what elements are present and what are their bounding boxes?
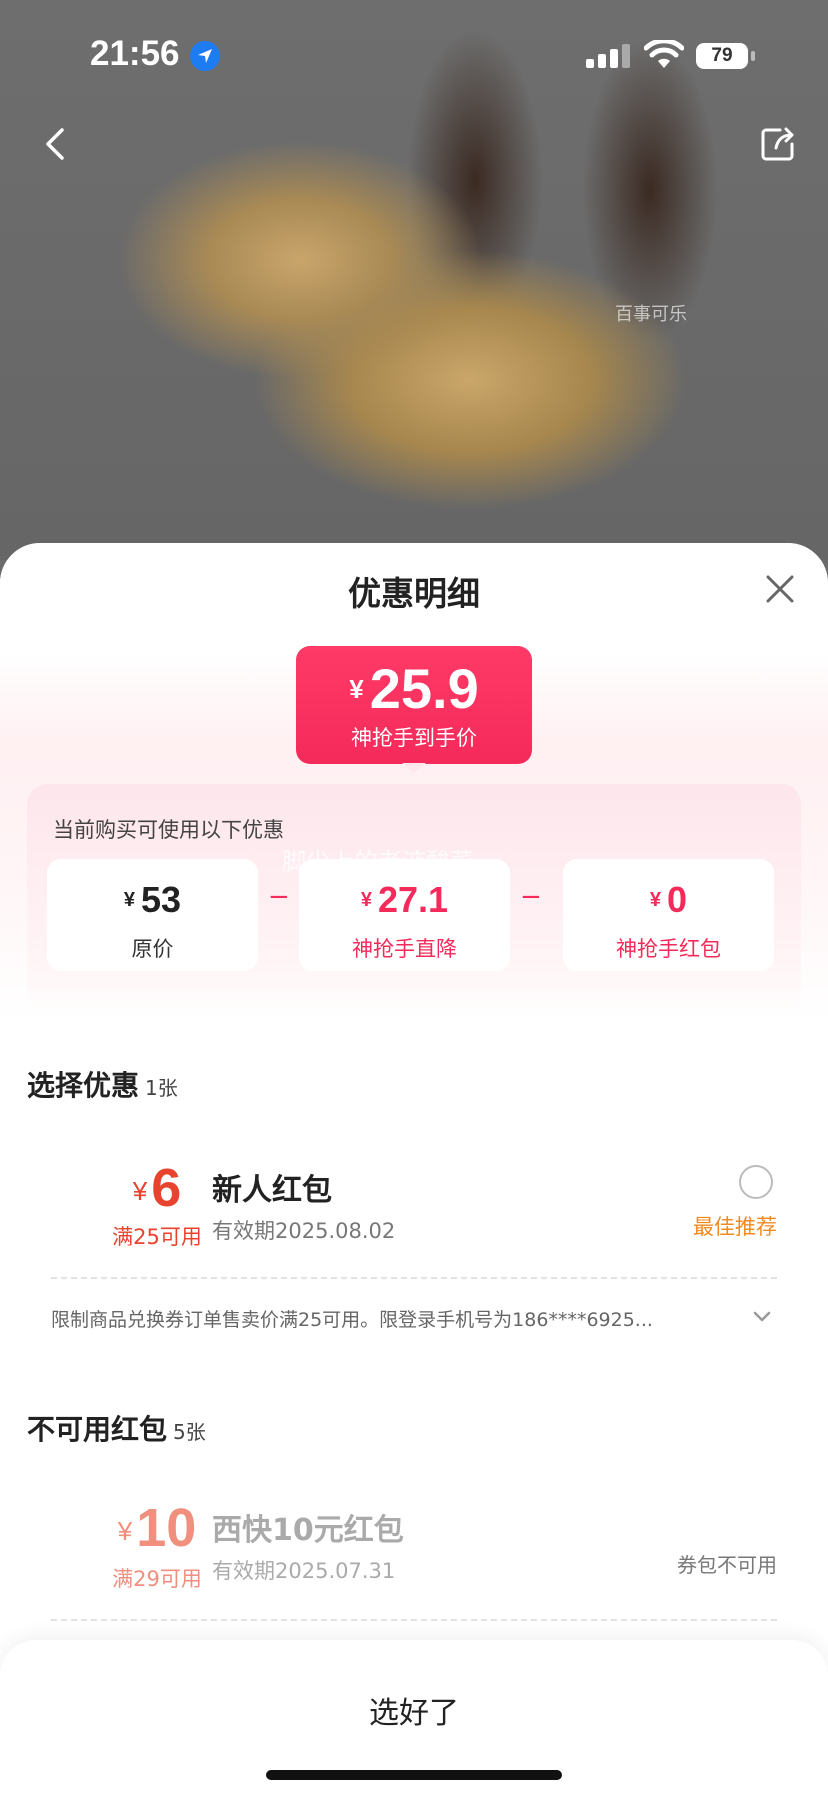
final-price-label: 神抢手到手价 [351,726,477,750]
discount-detail-sheet: 优惠明细 ¥25.9 神抢手到手价 当前购买可使用以下优惠 ¥53 原价 − ¥… [0,543,828,1795]
battery-indicator: 79 [696,43,748,69]
discount-breakdown: 当前购买可使用以下优惠 ¥53 原价 − ¥27.1 神抢手直降 − ¥0 神抢… [27,784,801,1014]
coupon-name: 西快10元红包 [212,1513,404,1548]
red-packet-card: ¥0 神抢手红包 [563,859,774,971]
coupon-validity: 有效期2025.08.02 [212,1219,396,1243]
coupon-unavailable-status: 券包不可用 [677,1553,777,1577]
dashed-divider [51,1277,777,1279]
close-icon[interactable] [764,573,796,605]
price-pointer [402,763,426,773]
original-price-card: ¥53 原价 [47,859,258,971]
location-arrow-icon [190,41,220,71]
status-bar: 21:56 79 [0,0,828,110]
status-time: 21:56 [90,34,180,73]
share-icon[interactable] [758,124,798,164]
watermark-text: 脚尖上的老液酸菜 [282,848,474,876]
select-section-title: 选择优惠 1张 [27,1069,178,1102]
available-coupon-card[interactable]: ¥6 满25可用 新人红包 有效期2025.08.02 最佳推荐 限制商品兑换券… [27,1125,801,1357]
coupon-validity: 有效期2025.07.31 [212,1559,396,1583]
cup-label: 百事可乐 [615,304,687,325]
coupon-rule-text: 限制商品兑换券订单售卖价满25可用。限登录手机号为186****6925... [51,1309,653,1331]
minus-sign: − [268,882,290,912]
confirm-button[interactable]: 选好了 [0,1688,828,1732]
final-price: ¥25.9 [349,657,479,720]
chevron-down-icon[interactable] [753,1311,771,1323]
cellular-signal-icon [586,44,630,68]
wifi-icon [644,40,684,68]
discount-caption: 当前购买可使用以下优惠 [53,818,284,842]
dashed-divider [51,1619,777,1621]
back-icon[interactable] [36,124,76,164]
sheet-title: 优惠明细 [348,574,480,613]
bottom-action-bar: 选好了 [0,1640,828,1795]
best-recommend-tag: 最佳推荐 [693,1215,777,1239]
battery-tip [751,51,755,61]
minus-sign: − [520,882,542,912]
coupon-name: 新人红包 [212,1173,332,1208]
final-price-badge: ¥25.9 神抢手到手价 [296,646,532,764]
unavailable-section-title: 不可用红包 5张 [27,1413,206,1446]
coupon-select-radio[interactable] [739,1165,773,1199]
home-indicator [266,1770,562,1780]
